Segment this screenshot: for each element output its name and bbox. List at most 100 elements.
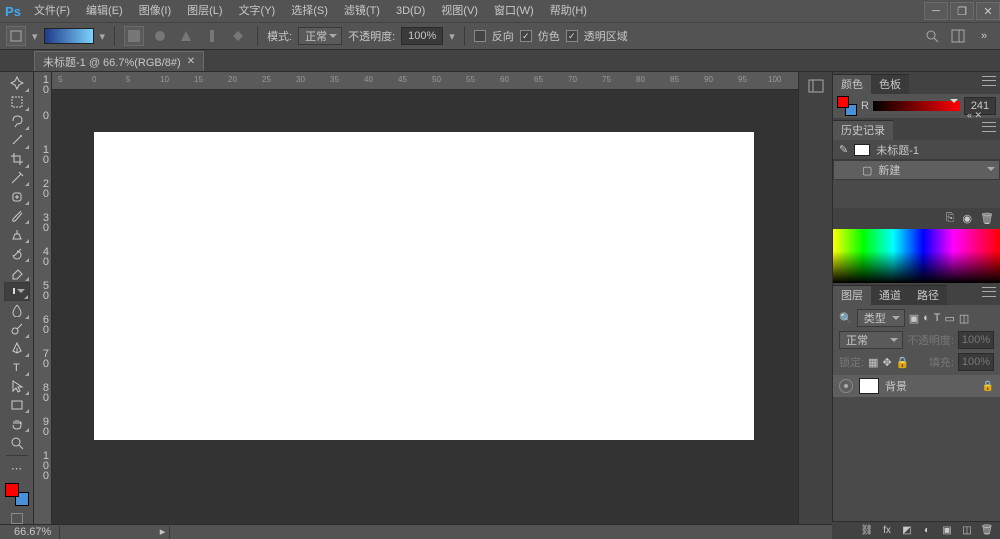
quickmask-toggle[interactable] xyxy=(11,513,23,524)
layer-fx-icon[interactable]: fx xyxy=(880,524,894,538)
panel-tab-paths[interactable]: 路径 xyxy=(909,285,947,305)
search-icon[interactable]: 🔍 xyxy=(839,312,853,325)
gradient-tool[interactable] xyxy=(4,282,30,301)
color-spectrum[interactable] xyxy=(833,229,1000,283)
layer-row[interactable]: 背景 🔒 xyxy=(833,375,1000,397)
window-maximize-button[interactable]: ❐ xyxy=(950,2,974,20)
opacity-input[interactable]: 100% xyxy=(401,27,443,45)
lock-position-icon[interactable]: ✥ xyxy=(882,356,891,369)
lasso-tool[interactable] xyxy=(4,112,30,131)
blur-tool[interactable] xyxy=(4,301,30,320)
filter-image-icon[interactable]: ▣ xyxy=(909,312,919,325)
gradient-radial-icon[interactable] xyxy=(150,26,170,46)
layer-thumbnail[interactable] xyxy=(859,378,879,394)
delete-layer-icon[interactable]: 🗑 xyxy=(980,524,994,538)
window-minimize-button[interactable]: ─ xyxy=(924,2,948,20)
panel-menu-icon[interactable] xyxy=(982,287,996,297)
healing-brush-tool[interactable] xyxy=(4,187,30,206)
layer-blend-select[interactable]: 正常 xyxy=(839,331,903,349)
hand-tool[interactable] xyxy=(4,414,30,433)
panel-menu-icon[interactable] xyxy=(982,76,996,86)
blend-mode-select[interactable]: 正常 xyxy=(298,27,342,45)
gradient-diamond-icon[interactable] xyxy=(228,26,248,46)
menu-layer[interactable]: 图层(L) xyxy=(179,0,230,22)
menu-type[interactable]: 文字(Y) xyxy=(231,0,284,22)
expand-dock-icon[interactable]: » xyxy=(974,26,994,46)
filter-smart-icon[interactable]: ◫ xyxy=(959,312,969,325)
crop-tool[interactable] xyxy=(4,150,30,169)
menu-filter[interactable]: 滤镜(T) xyxy=(336,0,388,22)
adjustment-layer-icon[interactable]: ◐ xyxy=(920,524,934,538)
trash-icon[interactable]: 🗑 xyxy=(980,212,994,225)
menu-select[interactable]: 选择(S) xyxy=(283,0,336,22)
shape-tool[interactable] xyxy=(4,396,30,415)
lock-all-icon[interactable]: 🔒 xyxy=(896,356,910,369)
zoom-tool[interactable] xyxy=(4,433,30,452)
history-step-row[interactable]: ▢ 新建 xyxy=(833,160,1000,180)
gradient-preview[interactable] xyxy=(44,28,94,44)
panel-color-swatches[interactable] xyxy=(837,96,857,116)
panel-menu-icon[interactable] xyxy=(982,122,996,132)
path-selection-tool[interactable] xyxy=(4,377,30,396)
type-tool[interactable]: T xyxy=(4,358,30,377)
close-tab-icon[interactable]: ✕ xyxy=(187,56,195,67)
panel-tab-swatches[interactable]: 色板 xyxy=(871,74,909,94)
menu-file[interactable]: 文件(F) xyxy=(26,0,78,22)
lock-pixels-icon[interactable]: ▦ xyxy=(868,356,878,369)
gradient-reflected-icon[interactable] xyxy=(202,26,222,46)
group-icon[interactable]: ▣ xyxy=(940,524,954,538)
link-layers-icon[interactable]: ⛓ xyxy=(860,524,874,538)
filter-adjust-icon[interactable]: ◐ xyxy=(923,312,930,324)
create-document-icon[interactable]: ⎘ xyxy=(946,212,955,225)
color-slider[interactable] xyxy=(873,101,960,111)
visibility-toggle-icon[interactable] xyxy=(839,379,853,393)
camera-icon[interactable]: ◉ xyxy=(962,212,972,225)
menu-3d[interactable]: 3D(D) xyxy=(388,0,433,22)
document-canvas[interactable] xyxy=(94,132,754,440)
layer-fill-input[interactable]: 100% xyxy=(958,353,994,371)
pen-tool[interactable] xyxy=(4,339,30,358)
dodge-tool[interactable] xyxy=(4,320,30,339)
filter-shape-icon[interactable]: ▭ xyxy=(945,312,955,325)
panel-tab-history[interactable]: 历史记录 xyxy=(833,120,893,140)
workspace-switcher-icon[interactable] xyxy=(948,26,968,46)
move-tool[interactable] xyxy=(4,74,30,93)
zoom-level[interactable]: 66.67% xyxy=(6,526,60,539)
menu-image[interactable]: 图像(I) xyxy=(131,0,179,22)
clone-stamp-tool[interactable] xyxy=(4,225,30,244)
window-close-button[interactable]: ✕ xyxy=(976,2,1000,20)
color-swatches[interactable] xyxy=(4,482,30,507)
history-snapshot-row[interactable]: ✎ 未标题-1 xyxy=(833,140,1000,160)
edit-toolbar-icon[interactable]: ⋯ xyxy=(4,459,30,478)
transparency-checkbox[interactable] xyxy=(566,30,578,42)
layer-opacity-input[interactable]: 100% xyxy=(958,331,994,349)
eyedropper-tool[interactable] xyxy=(4,169,30,188)
layer-filter-select[interactable]: 类型 xyxy=(857,309,905,327)
status-info[interactable]: ▸ xyxy=(60,526,170,539)
lock-icon[interactable]: 🔒 xyxy=(982,381,994,392)
search-icon[interactable] xyxy=(922,26,942,46)
dither-checkbox[interactable] xyxy=(520,30,532,42)
layer-name[interactable]: 背景 xyxy=(885,378,907,394)
menu-help[interactable]: 帮助(H) xyxy=(542,0,595,22)
panel-tab-layers[interactable]: 图层 xyxy=(833,285,871,305)
filter-type-icon[interactable]: T xyxy=(934,312,941,324)
history-brush-tool[interactable] xyxy=(4,244,30,263)
menu-edit[interactable]: 编辑(E) xyxy=(78,0,131,22)
menu-window[interactable]: 窗口(W) xyxy=(486,0,542,22)
dock-collapse-icon[interactable] xyxy=(803,74,829,98)
brush-tool[interactable] xyxy=(4,206,30,225)
eraser-tool[interactable] xyxy=(4,263,30,282)
document-tab[interactable]: 未标题-1 @ 66.7%(RGB/8#) ✕ xyxy=(34,51,204,71)
magic-wand-tool[interactable] xyxy=(4,131,30,150)
panel-tab-color[interactable]: 颜色 xyxy=(833,74,871,94)
gradient-linear-icon[interactable] xyxy=(124,26,144,46)
layer-mask-icon[interactable]: ◩ xyxy=(900,524,914,538)
canvas-area[interactable]: 5 0 5 10 15 20 25 30 35 40 45 50 55 60 6… xyxy=(52,72,798,524)
collapse-panel-icon[interactable]: « ✕ xyxy=(967,110,982,121)
foreground-color-swatch[interactable] xyxy=(5,483,19,497)
tool-preset-picker[interactable] xyxy=(6,26,26,46)
menu-view[interactable]: 视图(V) xyxy=(433,0,486,22)
gradient-angle-icon[interactable] xyxy=(176,26,196,46)
new-layer-icon[interactable]: ◫ xyxy=(960,524,974,538)
